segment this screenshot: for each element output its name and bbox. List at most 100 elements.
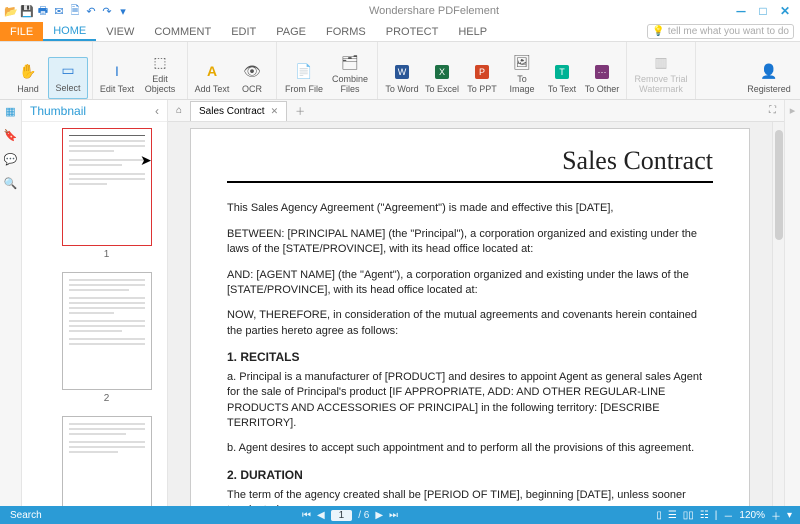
maximize-button[interactable]: □ [756, 4, 770, 18]
to-word-button[interactable]: WTo Word [382, 59, 422, 99]
page-total: / 6 [358, 510, 369, 521]
other-icon: ⋯ [591, 61, 613, 83]
collapse-thumbnail-icon[interactable]: ‹ [155, 104, 159, 118]
doc-p1: This Sales Agency Agreement ("Agreement"… [227, 201, 713, 216]
doc-p4: NOW, THEREFORE, in consideration of the … [227, 308, 713, 339]
qat-undo-icon[interactable]: ↶ [84, 4, 98, 18]
menu-view[interactable]: VIEW [96, 24, 144, 40]
watermark-icon: ▥ [650, 51, 672, 73]
status-search[interactable]: Search [0, 510, 52, 521]
qat-mail-icon[interactable]: ✉ [52, 4, 66, 18]
thumbnail-view-icon[interactable]: ▦ [4, 104, 18, 118]
select-icon: ▭ [57, 60, 79, 82]
qat-print-icon[interactable]: 🖶 [36, 4, 50, 18]
prev-page-icon[interactable]: ◀ [317, 510, 325, 521]
doc-title: Sales Contract [227, 143, 713, 183]
edit-objects-icon: ⬚ [149, 51, 171, 73]
qat-dropdown-icon[interactable]: ▾ [116, 4, 130, 18]
to-ppt-button[interactable]: PTo PPT [462, 59, 502, 99]
ocr-button[interactable]: 👁OCR [232, 59, 272, 99]
to-text-button[interactable]: TTo Text [542, 59, 582, 99]
excel-icon: X [431, 61, 453, 83]
qat-doc-icon[interactable]: 🗎 [68, 4, 82, 18]
to-other-button[interactable]: ⋯To Other [582, 59, 622, 99]
bookmark-icon[interactable]: 🔖 [4, 128, 18, 142]
fullscreen-icon[interactable]: ⛶ [761, 105, 784, 116]
tab-title: Sales Contract [199, 106, 265, 117]
from-file-button[interactable]: 📄From File [281, 59, 327, 99]
search-panel-icon[interactable]: 🔍 [4, 176, 18, 190]
annotation-icon[interactable]: 💬 [4, 152, 18, 166]
qat-redo-icon[interactable]: ↷ [100, 4, 114, 18]
zoom-level: 120% [739, 510, 765, 521]
ocr-icon: 👁 [241, 61, 263, 83]
menu-forms[interactable]: FORMS [316, 24, 376, 40]
menu-page[interactable]: PAGE [266, 24, 316, 40]
tell-me-search[interactable]: 💡 tell me what you want to do [647, 24, 794, 39]
to-excel-button[interactable]: XTo Excel [422, 59, 462, 99]
minimize-button[interactable]: － [734, 4, 748, 18]
menu-home[interactable]: HOME [43, 23, 96, 41]
doc-p2: BETWEEN: [PRINCIPAL NAME] (the "Principa… [227, 227, 713, 258]
user-icon: 👤 [758, 61, 780, 83]
zoom-in-icon[interactable]: ＋ [771, 508, 781, 523]
thumbnail-title: Thumbnail [30, 104, 86, 118]
doc-p3: AND: [AGENT NAME] (the "Agent"), a corpo… [227, 268, 713, 299]
document-tab[interactable]: Sales Contract ✕ [190, 101, 287, 121]
close-button[interactable]: ✕ [778, 4, 792, 18]
last-page-icon[interactable]: ⏭ [389, 510, 398, 521]
add-text-button[interactable]: AAdd Text [192, 59, 232, 99]
thumbnail-page-3[interactable] [62, 416, 152, 506]
doc-h2: 2. DURATION [227, 467, 713, 484]
combine-files-button[interactable]: 🗂Combine Files [327, 49, 373, 99]
edit-text-icon: I [106, 61, 128, 83]
document-page: Sales Contract This Sales Agency Agreeme… [190, 128, 750, 506]
combine-icon: 🗂 [339, 51, 361, 73]
hand-button[interactable]: ✋Hand [8, 59, 48, 99]
to-image-button[interactable]: 🖼To Image [502, 49, 542, 99]
app-title: Wondershare PDFelement [134, 5, 734, 17]
bulb-icon: 💡 [652, 26, 664, 37]
doc-h1: 1. RECITALS [227, 349, 713, 366]
home-tab-icon[interactable]: ⌂ [168, 105, 190, 116]
remove-watermark-button[interactable]: ▥Remove Trial Watermark [631, 49, 691, 99]
text-icon: T [551, 61, 573, 83]
menu-edit[interactable]: EDIT [221, 24, 266, 40]
registered-button[interactable]: 👤Registered [746, 59, 792, 99]
ppt-icon: P [471, 61, 493, 83]
view-continuous-icon[interactable]: ☰ [668, 510, 677, 521]
doc-p6: b. Agent desires to accept such appointm… [227, 441, 713, 456]
doc-p5: a. Principal is a manufacturer of [PRODU… [227, 370, 713, 432]
menu-protect[interactable]: PROTECT [376, 24, 449, 40]
next-page-icon[interactable]: ▶ [375, 510, 383, 521]
thumbnail-page-2[interactable]: 2 [62, 272, 152, 412]
word-icon: W [391, 61, 413, 83]
qat-open-icon[interactable]: 📂 [4, 4, 18, 18]
view-facing-continuous-icon[interactable]: ☷ [700, 510, 709, 521]
edit-objects-button[interactable]: ⬚Edit Objects [137, 49, 183, 99]
qat-save-icon[interactable]: 💾 [20, 4, 34, 18]
select-button[interactable]: ▭Select [48, 57, 88, 99]
right-panel-icon[interactable]: ▸ [790, 104, 796, 117]
image-icon: 🖼 [511, 51, 533, 73]
vertical-scrollbar[interactable] [772, 122, 784, 506]
first-page-icon[interactable]: ⏮ [302, 510, 311, 521]
search-placeholder: tell me what you want to do [668, 26, 789, 37]
page-current[interactable]: 1 [331, 510, 353, 521]
close-tab-icon[interactable]: ✕ [271, 106, 279, 117]
hand-icon: ✋ [17, 61, 39, 83]
thumb-num-1: 1 [62, 246, 152, 268]
zoom-out-icon[interactable]: － [723, 508, 733, 523]
menu-comment[interactable]: COMMENT [144, 24, 221, 40]
menu-help[interactable]: HELP [448, 24, 497, 40]
view-facing-icon[interactable]: ▯▯ [683, 510, 694, 521]
file-tab[interactable]: FILE [0, 22, 43, 41]
from-file-icon: 📄 [293, 61, 315, 83]
thumbnail-page-1[interactable]: 1 [62, 128, 152, 268]
add-text-icon: A [201, 61, 223, 83]
view-single-icon[interactable]: ▯ [656, 510, 662, 521]
zoom-dropdown-icon[interactable]: ▾ [787, 510, 792, 521]
edit-text-button[interactable]: IEdit Text [97, 59, 137, 99]
new-tab-button[interactable]: ＋ [287, 103, 313, 118]
doc-p7: The term of the agency created shall be … [227, 488, 713, 506]
